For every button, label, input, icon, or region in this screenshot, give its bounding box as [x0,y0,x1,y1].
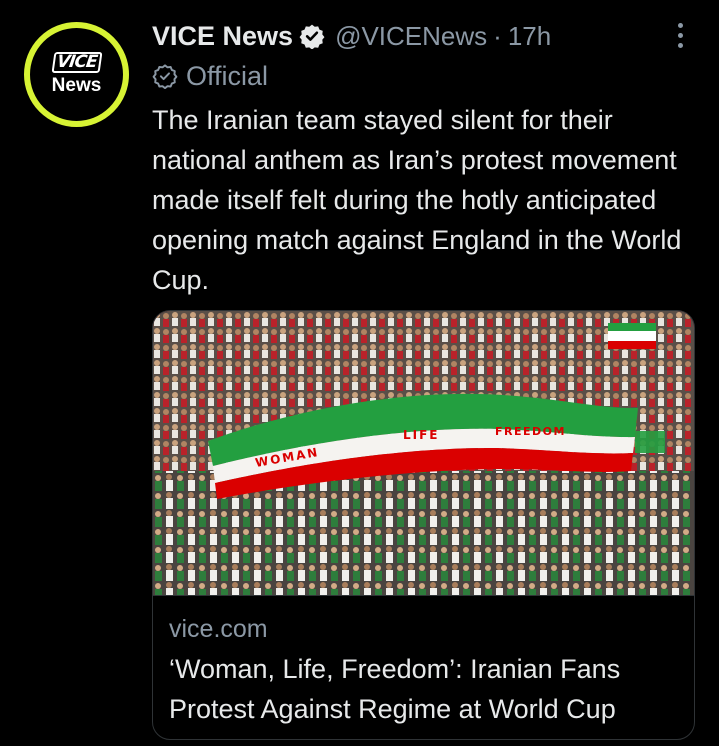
card-domain: vice.com [169,615,268,643]
avatar-news-text: News [51,75,102,96]
official-label-icon [152,64,178,89]
official-label-text: Official [186,60,269,91]
tweet-text: The Iranian team stayed silent for their… [152,105,682,295]
link-card[interactable]: WOMAN LIFE FREEDOM vice.com ‘Woman, Life… [152,310,695,740]
avatar[interactable]: VICE News [24,22,129,127]
banner-word-life: LIFE [403,428,440,442]
timestamp[interactable]: 17h [508,21,551,52]
verified-badge-icon [299,23,325,49]
display-name[interactable]: VICE News [152,21,293,52]
card-image: WOMAN LIFE FREEDOM [153,311,694,595]
card-title: ‘Woman, Life, Freedom’: Iranian Fans Pro… [169,654,621,724]
official-label[interactable]: Official [152,58,268,94]
avatar-logo: VICE [51,52,102,73]
banner-word-freedom: FREEDOM [495,425,566,438]
separator-dot: · [493,20,502,51]
more-options-icon[interactable] [668,18,692,52]
handle[interactable]: @VICENews [335,21,487,52]
card-divider [153,595,694,596]
tweet-header: VICE News @VICENews · 17h [152,14,551,58]
